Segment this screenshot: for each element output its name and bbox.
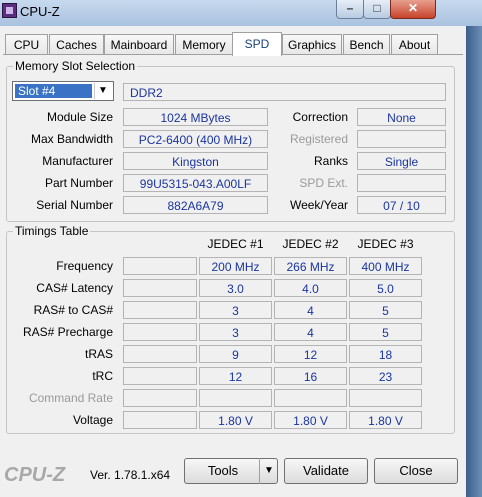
timing-label-tras: tRAS: [84, 347, 113, 361]
correction-value: None: [357, 108, 446, 126]
registered-label: Registered: [289, 132, 348, 146]
cpuz-app-icon: [2, 3, 17, 18]
timing-label-voltage: Voltage: [72, 413, 113, 427]
tab-memory[interactable]: Memory: [175, 34, 233, 55]
maximize-icon: □: [373, 1, 381, 15]
frequency-jedec-1: 200 MHz: [199, 257, 272, 275]
voltage-jedec-1: 1.80 V: [199, 411, 272, 429]
tras-jedec-3: 18: [349, 345, 422, 363]
ras-to-cas-jedec-1: 3: [199, 301, 272, 319]
voltage-jedec-3: 1.80 V: [349, 411, 422, 429]
command-rate-jedec-1: [199, 389, 272, 407]
part-number-value: 99U5315-043.A00LF: [123, 174, 268, 192]
cpuz-window: CPU-Z – □ ✕ CPU Caches Mainboard Memory …: [0, 0, 482, 497]
tools-button-label: Tools: [207, 463, 239, 478]
tab-cpu[interactable]: CPU: [5, 34, 48, 55]
tab-spd[interactable]: SPD: [232, 32, 282, 56]
tab-mainboard[interactable]: Mainboard: [104, 34, 174, 55]
timing-blank-frequency: [123, 257, 197, 275]
tab-bench[interactable]: Bench: [343, 34, 390, 55]
chevron-down-icon[interactable]: ▼: [259, 458, 278, 484]
tab-graphics[interactable]: Graphics: [282, 34, 342, 55]
manufacturer-label: Manufacturer: [42, 154, 113, 168]
registered-value: [357, 130, 446, 148]
tab-bar: CPU Caches Mainboard Memory SPD Graphics…: [0, 32, 466, 56]
voltage-jedec-2: 1.80 V: [274, 411, 347, 429]
jedec-3-header: JEDEC #3: [357, 237, 414, 251]
week-year-label: Week/Year: [289, 198, 348, 212]
ras-to-cas-jedec-2: 4: [274, 301, 347, 319]
window-edge: [466, 26, 482, 497]
tras-jedec-1: 9: [199, 345, 272, 363]
correction-label: Correction: [292, 110, 348, 124]
ras-precharge-jedec-3: 5: [349, 323, 422, 341]
tab-about[interactable]: About: [391, 34, 438, 55]
timing-label-cas: CAS# Latency: [36, 281, 113, 295]
frequency-jedec-3: 400 MHz: [349, 257, 422, 275]
cas-jedec-1: 3.0: [199, 279, 272, 297]
timing-label-trc: tRC: [92, 369, 113, 383]
timing-blank-ras-precharge: [123, 323, 197, 341]
frequency-jedec-2: 266 MHz: [274, 257, 347, 275]
title-bar[interactable]: CPU-Z – □ ✕: [0, 0, 482, 26]
timing-blank-tras: [123, 345, 197, 363]
chevron-down-icon[interactable]: ▼: [94, 83, 111, 99]
jedec-1-header: JEDEC #1: [207, 237, 264, 251]
timing-blank-cas: [123, 279, 197, 297]
window-title: CPU-Z: [20, 4, 60, 19]
spd-ext-value: [357, 174, 446, 192]
serial-number-value: 882A6A79: [123, 196, 268, 214]
trc-jedec-1: 12: [199, 367, 272, 385]
timing-blank-command-rate: [123, 389, 197, 407]
validate-button[interactable]: Validate: [284, 458, 368, 484]
timing-label-command-rate: Command Rate: [28, 391, 113, 405]
cas-jedec-3: 5.0: [349, 279, 422, 297]
ras-precharge-jedec-1: 3: [199, 323, 272, 341]
cas-jedec-2: 4.0: [274, 279, 347, 297]
minimize-button[interactable]: –: [336, 0, 364, 19]
minimize-icon: –: [346, 1, 354, 15]
timings-title: Timings Table: [13, 224, 91, 238]
ranks-value: Single: [357, 152, 446, 170]
trc-jedec-2: 16: [274, 367, 347, 385]
timing-blank-ras-to-cas: [123, 301, 197, 319]
version-label: Ver. 1.78.1.x64: [90, 468, 171, 482]
memory-type-value: DDR2: [123, 83, 446, 101]
timing-label-frequency: Frequency: [56, 259, 113, 273]
cpuz-logo: CPU-Z: [4, 464, 66, 486]
memory-slot-title: Memory Slot Selection: [13, 59, 138, 73]
manufacturer-value: Kingston: [123, 152, 268, 170]
close-window-button[interactable]: ✕: [390, 0, 436, 19]
tab-caches[interactable]: Caches: [49, 34, 104, 55]
spd-ext-label: SPD Ext.: [299, 176, 348, 190]
slot-select[interactable]: Slot #4 ▼: [12, 81, 114, 101]
max-bandwidth-value: PC2-6400 (400 MHz): [123, 130, 268, 148]
jedec-2-header: JEDEC #2: [282, 237, 339, 251]
timing-label-ras-to-cas: RAS# to CAS#: [33, 303, 113, 317]
module-size-value: 1024 MBytes: [123, 108, 268, 126]
tras-jedec-2: 12: [274, 345, 347, 363]
trc-jedec-3: 23: [349, 367, 422, 385]
part-number-label: Part Number: [44, 176, 113, 190]
ras-to-cas-jedec-3: 5: [349, 301, 422, 319]
max-bandwidth-label: Max Bandwidth: [30, 132, 113, 146]
module-size-label: Module Size: [46, 110, 113, 124]
command-rate-jedec-2: [274, 389, 347, 407]
command-rate-jedec-3: [349, 389, 422, 407]
ranks-label: Ranks: [313, 154, 348, 168]
slot-select-value: Slot #4: [15, 84, 92, 98]
maximize-button[interactable]: □: [363, 0, 391, 19]
week-year-value: 07 / 10: [357, 196, 446, 214]
timing-blank-trc: [123, 367, 197, 385]
serial-number-label: Serial Number: [36, 198, 113, 212]
ras-precharge-jedec-2: 4: [274, 323, 347, 341]
close-icon: ✕: [407, 1, 419, 15]
timing-blank-voltage: [123, 411, 197, 429]
close-button[interactable]: Close: [374, 458, 458, 484]
timing-label-ras-precharge: RAS# Precharge: [22, 325, 113, 339]
